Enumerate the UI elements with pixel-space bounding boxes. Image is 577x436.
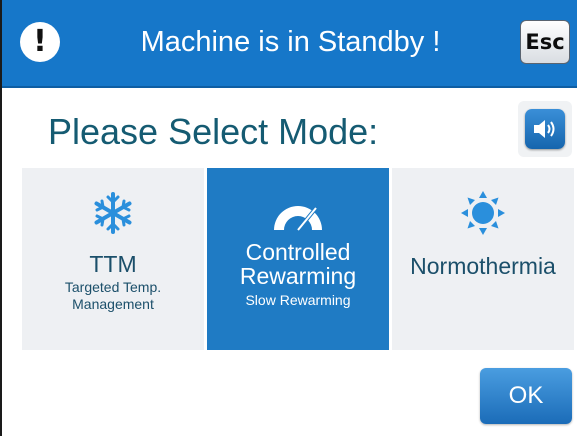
screen: ! Machine is in Standby ! Esc Please Sel… — [0, 0, 577, 436]
mode-ttm-subtitle-line2: Management — [72, 296, 154, 312]
header-title: Machine is in Standby ! — [140, 26, 441, 58]
mode-controlled-rewarming[interactable]: Controlled Rewarming Slow Rewarming — [207, 168, 389, 350]
sound-button[interactable] — [518, 101, 572, 157]
mode-controlled-rewarming-label-line2: Rewarming — [239, 263, 357, 289]
esc-button[interactable]: Esc — [520, 20, 570, 64]
mode-normothermia-label: Normothermia — [410, 253, 556, 279]
mode-ttm[interactable]: TTM Targeted Temp. Management — [22, 168, 204, 350]
sun-icon — [392, 188, 574, 238]
mode-normothermia[interactable]: Normothermia — [392, 168, 574, 350]
gauge-icon — [207, 192, 389, 242]
mode-ttm-subtitle-line1: Targeted Temp. — [64, 279, 162, 295]
mode-controlled-rewarming-subtitle: Slow Rewarming — [245, 292, 351, 308]
mode-ttm-label: TTM — [89, 251, 137, 277]
ok-button[interactable]: OK — [480, 368, 572, 424]
alert-icon: ! — [20, 22, 60, 62]
mode-select-title: Please Select Mode: — [48, 111, 379, 152]
mode-controlled-rewarming-label-line1: Controlled — [245, 239, 351, 265]
snowflake-icon — [22, 188, 204, 238]
speaker-volume-icon — [525, 109, 565, 149]
status-header: ! Machine is in Standby ! Esc — [2, 0, 577, 88]
alert-symbol: ! — [33, 24, 47, 59]
